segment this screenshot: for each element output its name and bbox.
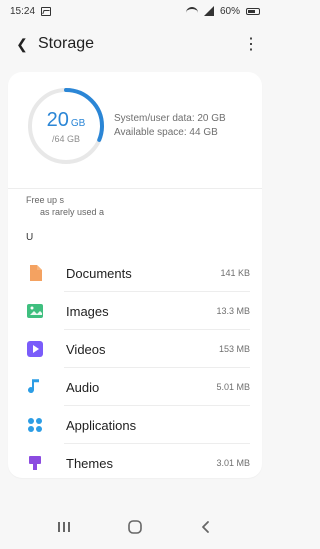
category-label: Images bbox=[66, 303, 109, 319]
category-size: 13.3 MB bbox=[216, 306, 250, 316]
storage-info: System/user data: 20 GB Available space:… bbox=[114, 112, 259, 140]
status-right: 60% bbox=[185, 5, 260, 17]
more-options-button[interactable]: ⋮ bbox=[242, 34, 260, 54]
image-icon-svg bbox=[27, 304, 43, 318]
home-icon bbox=[128, 519, 142, 534]
category-label: Audio bbox=[66, 379, 100, 395]
free-up-line2: as rarely used a bbox=[40, 207, 105, 217]
system-user-data: System/user data: 20 GB bbox=[114, 113, 226, 124]
system-navigation-bar bbox=[0, 504, 270, 549]
free-up-section[interactable]: Free up s as rarely used a bbox=[26, 194, 244, 224]
status-time: 15:24 bbox=[10, 5, 36, 17]
back-button[interactable]: ❮ bbox=[10, 32, 34, 56]
used-unit: GB bbox=[70, 117, 86, 129]
back-icon bbox=[202, 520, 210, 533]
wifi-icon bbox=[185, 7, 198, 15]
category-row-videos[interactable]: Videos 153 MB bbox=[8, 330, 262, 368]
category-row-audio[interactable]: Audio 5.01 MB bbox=[8, 368, 262, 406]
chevron-left-icon: ❮ bbox=[16, 35, 28, 52]
page-title: Storage bbox=[38, 35, 95, 52]
battery-icon bbox=[246, 7, 260, 15]
category-label: Applications bbox=[66, 417, 137, 433]
brush-icon-svg bbox=[29, 456, 41, 470]
category-row-images[interactable]: Images 13.3 MB bbox=[8, 292, 262, 330]
category-row-applications[interactable]: Applications bbox=[8, 406, 262, 444]
total-storage: /64 GB bbox=[51, 133, 80, 144]
category-list: Documents 141 KB Images 13.3 MB Videos 1… bbox=[8, 254, 262, 478]
image-notification-icon bbox=[41, 6, 52, 16]
app-bar: ❮ Storage ⋮ bbox=[0, 26, 270, 62]
summary-divider bbox=[8, 188, 262, 189]
category-size: 141 KB bbox=[220, 268, 250, 278]
status-left: 15:24 bbox=[10, 5, 52, 17]
video-icon-svg bbox=[27, 341, 43, 357]
status-bar: 15:24 60% bbox=[0, 0, 270, 22]
apps-icon-svg bbox=[28, 418, 42, 432]
category-size: 5.01 MB bbox=[216, 382, 250, 392]
recents-button[interactable] bbox=[44, 512, 84, 542]
category-size: 3.01 MB bbox=[216, 458, 250, 468]
apps-icon bbox=[26, 416, 44, 434]
category-label: Documents bbox=[66, 265, 132, 281]
free-up-line1: Free up s bbox=[26, 195, 65, 205]
usage-section-label: U bbox=[26, 232, 34, 243]
document-icon-svg bbox=[30, 265, 42, 281]
used-value: 20 bbox=[46, 108, 69, 131]
more-vertical-icon: ⋮ bbox=[243, 36, 259, 53]
system-back-button[interactable] bbox=[186, 512, 226, 542]
category-label: Themes bbox=[66, 455, 113, 471]
category-row-documents[interactable]: Documents 141 KB bbox=[8, 254, 262, 292]
category-size: 153 MB bbox=[218, 344, 250, 354]
music-note-icon bbox=[26, 378, 44, 396]
image-icon bbox=[26, 302, 44, 320]
music-note-icon-svg bbox=[28, 379, 39, 394]
home-button[interactable] bbox=[115, 512, 155, 542]
battery-percent: 60% bbox=[219, 5, 240, 17]
category-label: Videos bbox=[66, 341, 106, 357]
signal-icon bbox=[203, 6, 214, 16]
document-icon bbox=[26, 264, 44, 282]
ring-used: 20 GB bbox=[47, 109, 86, 132]
available-space: Available space: 44 GB bbox=[114, 127, 218, 138]
recents-icon bbox=[57, 521, 70, 532]
storage-card: 20 GB /64 GB System/user data: 20 GB Ava… bbox=[8, 72, 262, 478]
brush-icon bbox=[26, 454, 44, 472]
category-row-themes[interactable]: Themes 3.01 MB bbox=[8, 444, 262, 478]
ring-text: 20 GB /64 GB bbox=[24, 84, 108, 168]
video-icon bbox=[26, 340, 44, 358]
storage-ring: 20 GB /64 GB bbox=[24, 84, 108, 168]
